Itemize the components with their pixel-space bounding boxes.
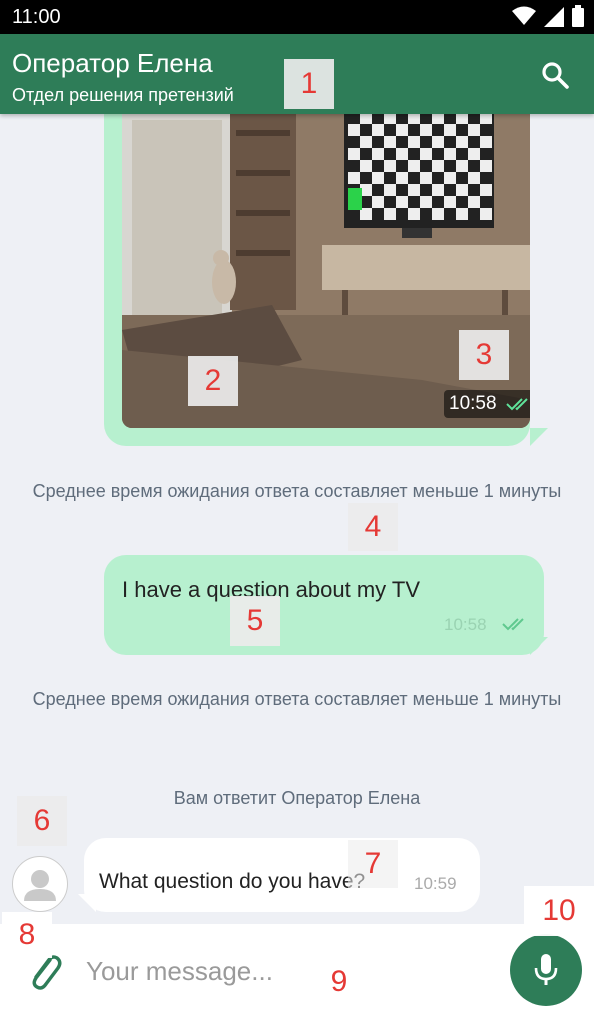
system-message-operator: Вам ответит Оператор Елена — [173, 788, 421, 808]
image-message-meta: 10:58 — [444, 390, 530, 418]
double-check-icon — [502, 618, 524, 631]
status-bar: 11:00 — [0, 0, 594, 34]
incoming-message-bubble[interactable]: What question do you have? 10:59 — [84, 838, 480, 912]
annotation-marker-10: 10 — [524, 886, 594, 936]
mic-icon — [534, 954, 558, 985]
image-message-bubble[interactable]: 10:58 — [104, 100, 530, 446]
battery-icon — [572, 5, 584, 27]
operator-avatar[interactable] — [12, 856, 68, 912]
chat-title: Оператор Елена — [12, 48, 213, 78]
annotation-marker-9: 9 — [314, 958, 364, 1006]
annotation-marker-7: 7 — [348, 840, 398, 888]
mic-button[interactable] — [510, 934, 582, 1006]
annotation-marker-6: 6 — [17, 796, 67, 846]
annotation-marker-5: 5 — [230, 596, 280, 646]
image-message-time: 10:58 — [449, 393, 497, 414]
outgoing-bubble-tail — [530, 637, 548, 655]
tv-screen — [344, 100, 494, 238]
outgoing-message-bubble[interactable]: I have a question about my TV 10:58 — [104, 555, 544, 655]
incoming-message-time: 10:59 — [414, 874, 457, 893]
double-check-icon — [506, 398, 528, 411]
signal-icon — [544, 7, 564, 27]
system-message-wait-time: Среднее время ожидания ответа составляет… — [32, 481, 562, 501]
paperclip-icon[interactable] — [26, 952, 62, 992]
annotation-marker-1: 1 — [284, 59, 334, 109]
annotation-marker-3: 3 — [459, 330, 509, 380]
incoming-message-text: What question do you have? — [99, 870, 366, 893]
system-message-wait-time-2: Среднее время ожидания ответа составляет… — [32, 689, 562, 709]
status-time: 11:00 — [12, 6, 61, 28]
annotation-marker-4: 4 — [348, 503, 398, 551]
wifi-icon — [512, 6, 536, 25]
message-input[interactable]: Your message... — [86, 956, 273, 987]
avatar-icon — [24, 870, 56, 901]
search-icon[interactable] — [540, 60, 570, 90]
incoming-bubble-tail — [78, 894, 96, 912]
status-icons — [512, 5, 584, 27]
chat-subtitle: Отдел решения претензий — [12, 85, 234, 105]
annotation-marker-8: 8 — [2, 912, 52, 958]
message-input-bar: Your message... — [0, 924, 594, 1020]
image-bubble-tail — [530, 428, 548, 446]
outgoing-message-time: 10:58 — [444, 615, 487, 634]
annotation-marker-2: 2 — [188, 356, 238, 406]
